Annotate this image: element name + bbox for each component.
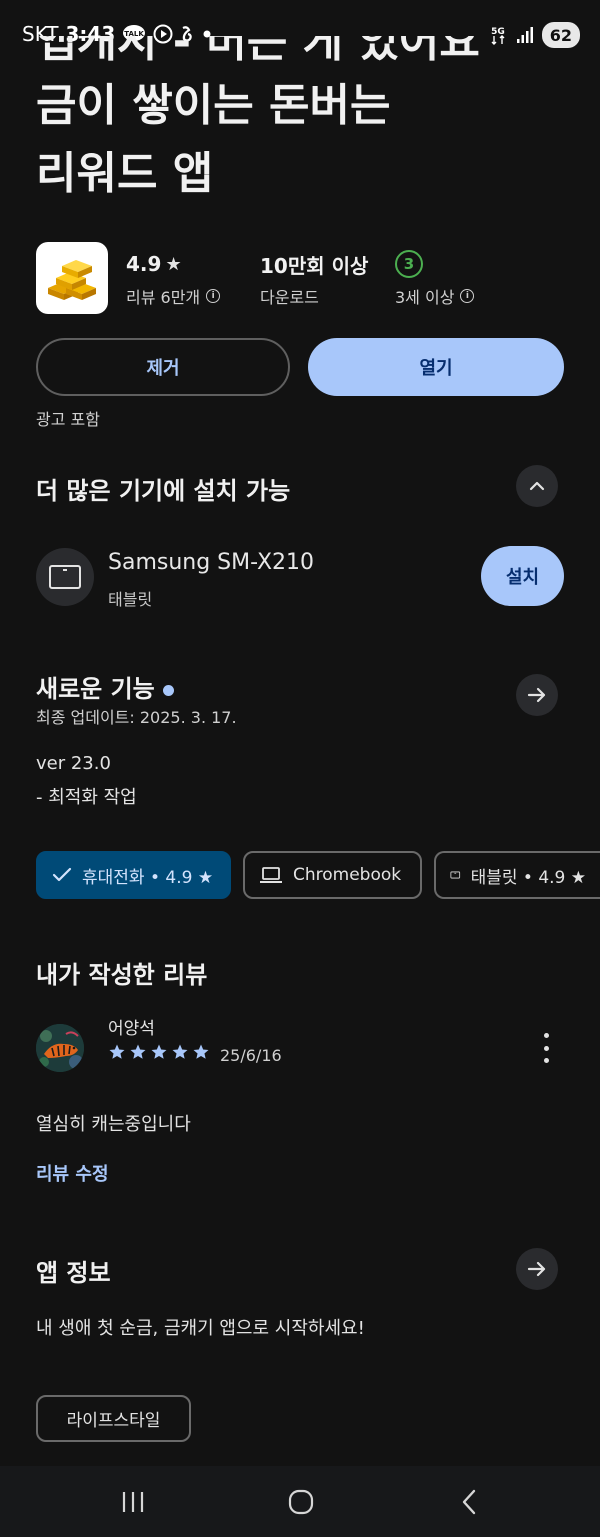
chip-tablet[interactable]: 태블릿 • 4.9 ★ xyxy=(434,851,600,899)
downloads-value: 10만회 이상 xyxy=(260,253,369,278)
uninstall-button[interactable]: 제거 xyxy=(36,338,290,396)
star-icon xyxy=(193,1044,209,1059)
category-chip[interactable]: 라이프스타일 xyxy=(36,1395,191,1442)
arrow-right-icon xyxy=(527,687,546,703)
device-name: Samsung SM-X210 xyxy=(108,550,315,575)
tablet-device-icon xyxy=(36,548,94,606)
review-stars xyxy=(108,1043,210,1061)
info-icon[interactable]: i xyxy=(206,289,221,303)
home-icon xyxy=(288,1489,314,1515)
whats-new-title: 새로운 기능 xyxy=(36,675,155,703)
recents-icon xyxy=(122,1492,144,1512)
open-button[interactable]: 열기 xyxy=(308,338,564,396)
review-date: 25/6/16 xyxy=(220,1046,282,1065)
reviews-count: 리뷰 6만개 xyxy=(126,288,201,307)
tablet-icon xyxy=(450,871,461,879)
gold-bars-icon xyxy=(48,260,96,300)
more-devices-heading: 더 많은 기기에 설치 가능 xyxy=(36,477,291,505)
whats-new-more-button[interactable] xyxy=(516,674,558,716)
avatar xyxy=(36,1024,84,1072)
recent-apps-button[interactable] xyxy=(113,1484,153,1520)
title-line-1: 앱캐시 - 버는 게 있어요 xyxy=(36,36,480,67)
age-rating-stat: 3 3세 이상 i xyxy=(395,250,475,308)
my-review-heading: 내가 작성한 리뷰 xyxy=(36,961,208,989)
system-nav-bar xyxy=(0,1466,600,1537)
star-icon xyxy=(151,1044,167,1059)
back-icon xyxy=(462,1489,476,1515)
laptop-icon xyxy=(260,867,282,883)
back-button[interactable] xyxy=(449,1484,489,1520)
downloads-label: 다운로드 xyxy=(260,288,319,307)
reviewer-name: 어양석 xyxy=(108,1019,155,1039)
chip-chromebook[interactable]: Chromebook xyxy=(243,851,422,899)
chip-phone[interactable]: 휴대전화 • 4.9 ★ xyxy=(36,851,231,899)
star-icon xyxy=(172,1044,188,1059)
new-indicator-dot xyxy=(162,684,174,696)
title-line-2: 금이 쌓이는 돈버는 xyxy=(36,80,391,131)
downloads-stat: 10만회 이상 다운로드 xyxy=(260,250,368,308)
chip-phone-label: 휴대전화 • 4.9 ★ xyxy=(82,867,214,888)
tiger-avatar-image xyxy=(36,1024,84,1072)
whats-new-heading: 새로운 기능 xyxy=(36,669,174,704)
home-button[interactable] xyxy=(281,1484,321,1520)
chevron-up-icon xyxy=(529,481,545,491)
star-icon xyxy=(109,1044,125,1059)
chip-tablet-label: 태블릿 • 4.9 ★ xyxy=(470,867,586,888)
device-type: 태블릿 xyxy=(108,590,153,609)
edit-review-link[interactable]: 리뷰 수정 xyxy=(36,1160,109,1186)
star-icon: ★ xyxy=(165,253,182,275)
version-text: ver 23.0 xyxy=(36,753,111,774)
release-notes: - 최적화 작업 xyxy=(36,787,137,808)
age-rating-label: 3세 이상 xyxy=(395,288,455,307)
age-rating-badge: 3 xyxy=(395,250,423,278)
star-icon xyxy=(130,1044,146,1059)
collapse-button[interactable] xyxy=(516,465,558,507)
app-description: 내 생애 첫 순금, 금캐기 앱으로 시작하세요! xyxy=(36,1318,365,1339)
tablet-icon xyxy=(49,565,81,589)
install-button[interactable]: 설치 xyxy=(481,546,564,606)
rating-stat: 4.9 ★ 리뷰 6만개 i xyxy=(126,250,221,308)
info-icon[interactable]: i xyxy=(460,289,475,303)
app-info-heading: 앱 정보 xyxy=(36,1259,111,1287)
contains-ads-note: 광고 포함 xyxy=(36,410,100,429)
app-title: 앱캐시 - 버는 게 있어요 금이 쌓이는 돈버는 리워드 앱 xyxy=(36,36,566,208)
review-text: 열심히 캐는중입니다 xyxy=(36,1114,191,1135)
title-line-3: 리워드 앱 xyxy=(36,148,214,199)
last-updated: 최종 업데이트: 2025. 3. 17. xyxy=(36,708,237,727)
rating-value: 4.9 xyxy=(126,252,162,276)
arrow-right-icon xyxy=(527,1261,546,1277)
check-icon xyxy=(52,867,72,882)
app-icon xyxy=(36,242,108,314)
chip-chromebook-label: Chromebook xyxy=(293,865,402,885)
app-info-more-button[interactable] xyxy=(516,1248,558,1290)
more-options-icon[interactable] xyxy=(534,1033,558,1063)
